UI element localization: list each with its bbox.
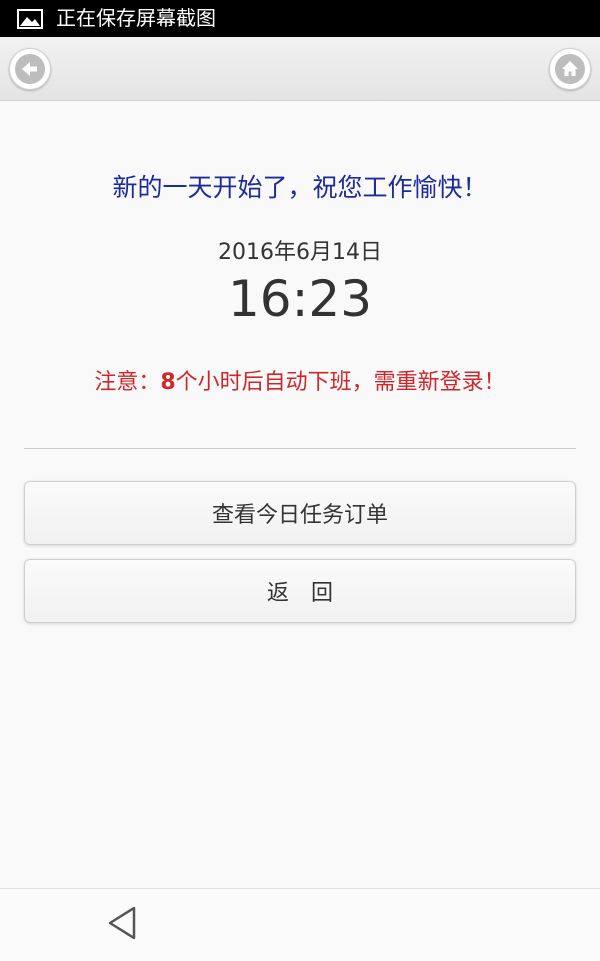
arrow-left-icon: [15, 54, 45, 84]
notice-prefix: 注意：: [94, 370, 161, 395]
image-icon: [16, 8, 44, 30]
triangle-back-icon: [106, 905, 138, 945]
greeting-text: 新的一天开始了，祝您工作愉快！: [112, 173, 488, 202]
view-today-orders-button[interactable]: 查看今日任务订单: [24, 481, 576, 545]
status-text: 正在保存屏幕截图: [56, 6, 216, 30]
nav-back-button[interactable]: [104, 906, 140, 944]
navigation-bar: [0, 888, 600, 961]
return-button[interactable]: 返 回: [24, 559, 576, 623]
current-date: 2016年6月14日: [218, 240, 382, 265]
notice-suffix: 个小时后自动下班，需重新登录！: [175, 370, 506, 395]
notice-hours: 8: [160, 370, 176, 395]
current-time: 16:23: [227, 270, 373, 328]
home-icon: [555, 54, 585, 84]
divider: [24, 448, 576, 449]
status-bar: 正在保存屏幕截图: [0, 0, 600, 37]
back-button[interactable]: [9, 48, 51, 90]
logout-notice: 注意：8个小时后自动下班，需重新登录！: [0, 364, 600, 396]
home-button[interactable]: [549, 48, 591, 90]
header-bar: [0, 37, 600, 101]
